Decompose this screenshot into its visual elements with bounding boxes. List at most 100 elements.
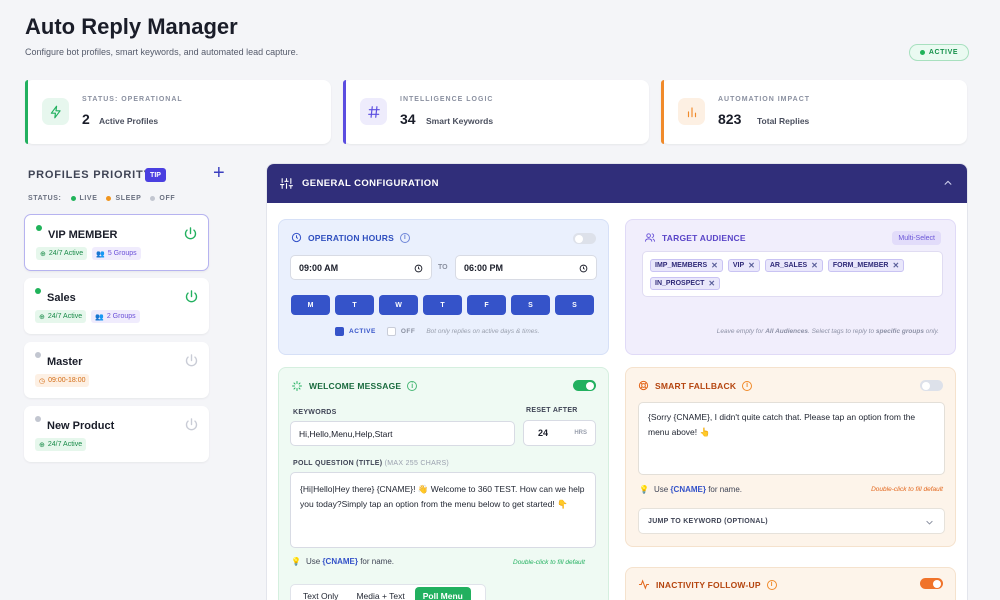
- info-icon[interactable]: i: [399, 232, 410, 243]
- keywords-input[interactable]: Hi,Hello,Menu,Help,Start: [290, 421, 515, 446]
- remove-tag-icon[interactable]: ✕: [893, 261, 900, 270]
- tab-poll-menu[interactable]: Poll Menu: [414, 587, 471, 600]
- status-badge: ACTIVE: [909, 44, 969, 61]
- off-swatch: [386, 327, 396, 336]
- smart-fallback-title: SMART FALLBACK i: [638, 380, 753, 391]
- smart-fallback-toggle[interactable]: [920, 380, 943, 391]
- inactivity-toggle[interactable]: [920, 578, 943, 589]
- profile-name: Master: [47, 356, 83, 368]
- fallback-cname-hint: 💡 Use {CNAME} for name.: [639, 485, 742, 494]
- lifebuoy-icon: [638, 380, 649, 391]
- note-part: Leave empty for: [716, 328, 766, 335]
- day-toggle-saturday[interactable]: S: [511, 295, 550, 315]
- toggle-knob: [586, 381, 594, 390]
- jump-to-keyword-label: JUMP TO KEYWORD (OPTIONAL): [648, 517, 768, 525]
- users-icon: 👥: [96, 250, 105, 258]
- audience-tag-label: IN_PROSPECT: [655, 280, 705, 287]
- groups-tag-label: 5 Groups: [107, 250, 137, 257]
- legend-dot: [150, 196, 156, 201]
- day-toggle-monday[interactable]: M: [291, 295, 330, 315]
- audience-tag-input[interactable]: IMP_MEMBERS ✕ VIP ✕ AR_SALES ✕ FORM_MEMBER ✕…: [642, 251, 943, 297]
- tab-media-text[interactable]: Media + Text: [348, 587, 412, 600]
- welcome-message-toggle[interactable]: [573, 380, 596, 391]
- chevron-down-icon: [926, 520, 933, 525]
- fallback-double-click-hint: Double-click to fill default: [871, 486, 943, 493]
- remove-tag-icon[interactable]: ✕: [748, 261, 755, 270]
- clock-icon: [579, 264, 588, 273]
- stat-label: AUTOMATION IMPACT: [718, 96, 811, 103]
- clock-icon: ◷: [39, 377, 46, 385]
- poll-question-textarea[interactable]: {Hi|Hello|Hey there} {CNAME}! 👋 Welcome …: [290, 472, 596, 548]
- power-icon[interactable]: [184, 289, 199, 304]
- audience-tag: IMP_MEMBERS ✕: [650, 259, 723, 272]
- schedule-tag: ⊕ 24/7 Active: [36, 247, 88, 260]
- schedule-tag: ◷ 09:00-18:00: [35, 374, 90, 387]
- audience-tag-label: VIP: [732, 262, 745, 269]
- schedule-tag: ⊕ 24/7 Active: [35, 438, 87, 451]
- reset-after-label: RESET AFTER: [526, 407, 578, 414]
- day-toggle-sunday[interactable]: S: [555, 295, 594, 315]
- hint-part: Use: [653, 485, 671, 494]
- profile-card-new-product[interactable]: New Product ⊕ 24/7 Active: [24, 406, 209, 462]
- end-time-value: 06:00 PM: [464, 262, 504, 273]
- to-label: TO: [438, 264, 448, 271]
- fallback-message-value: {Sorry {CNAME}, I didn't quite catch tha…: [648, 412, 916, 437]
- poll-question-label: POLL QUESTION (TITLE) (MAX 255 CHARS): [293, 460, 449, 467]
- chevron-up-icon[interactable]: [943, 178, 953, 188]
- hint-part: for name.: [357, 557, 394, 566]
- add-profile-button[interactable]: +: [213, 163, 225, 183]
- schedule-tag: ⊕ 24/7 Active: [35, 310, 87, 323]
- poll-question-hint: (MAX 255 CHARS): [384, 460, 450, 467]
- note-emphasis: All Audiences: [765, 328, 808, 335]
- hash-icon: [360, 98, 387, 125]
- tab-text-only[interactable]: Text Only: [295, 587, 346, 600]
- info-icon[interactable]: i: [766, 579, 777, 590]
- globe-icon: ⊕: [39, 313, 45, 321]
- stat-label: INTELLIGENCE LOGIC: [400, 96, 494, 103]
- reset-after-input[interactable]: 24 HRS: [523, 420, 596, 446]
- remove-tag-icon[interactable]: ✕: [708, 279, 715, 288]
- jump-to-keyword-select[interactable]: JUMP TO KEYWORD (OPTIONAL): [638, 508, 945, 534]
- welcome-message-title: WELCOME MESSAGE i: [291, 380, 418, 392]
- info-icon[interactable]: i: [407, 381, 418, 391]
- inactivity-title: INACTIVITY FOLLOW-UP i: [638, 579, 777, 590]
- toggle-knob: [575, 234, 583, 243]
- globe-icon: ⊕: [40, 250, 46, 258]
- start-time-input[interactable]: 09:00 AM: [290, 255, 432, 280]
- clock-icon: [414, 264, 423, 273]
- audience-tag: VIP ✕: [727, 259, 760, 272]
- power-icon[interactable]: [184, 417, 199, 432]
- tip-badge[interactable]: TIP: [145, 168, 166, 182]
- clock-icon: [291, 232, 302, 243]
- power-icon[interactable]: [184, 353, 199, 368]
- end-time-input[interactable]: 06:00 PM: [455, 255, 597, 280]
- sparkles-icon: [292, 381, 302, 391]
- profile-card-sales[interactable]: Sales ⊕ 24/7 Active 👥 2 Groups: [24, 278, 209, 334]
- operation-hours-toggle[interactable]: [573, 233, 596, 244]
- hint-part: Use: [305, 557, 323, 566]
- status-dot: [919, 50, 925, 55]
- day-toggle-thursday[interactable]: T: [423, 295, 462, 315]
- info-icon[interactable]: i: [742, 380, 753, 391]
- lightbulb-icon: 💡: [639, 485, 649, 494]
- stat-card-intelligence: INTELLIGENCE LOGIC 34 Smart Keywords: [343, 80, 649, 144]
- profile-card-master[interactable]: Master ◷ 09:00-18:00: [24, 342, 209, 398]
- status-legend: STATUS: LIVE SLEEP OFF: [28, 195, 175, 202]
- reset-after-unit: HRS: [574, 430, 587, 436]
- cname-token: {CNAME}: [322, 557, 358, 566]
- stat-card-impact: AUTOMATION IMPACT 823 Total Replies: [661, 80, 967, 144]
- stat-card-operational: STATUS: OPERATIONAL 2 Active Profiles: [25, 80, 331, 144]
- remove-tag-icon[interactable]: ✕: [711, 261, 718, 270]
- profile-card-vip-member[interactable]: VIP MEMBER ⊕ 24/7 Active 👥 5 Groups: [24, 214, 209, 271]
- profiles-priority-title: PROFILES PRIORITY: [28, 169, 152, 181]
- remove-tag-icon[interactable]: ✕: [811, 261, 818, 270]
- fallback-message-textarea[interactable]: {Sorry {CNAME}, I didn't quite catch tha…: [638, 402, 945, 475]
- power-icon[interactable]: [183, 226, 198, 241]
- day-toggle-wednesday[interactable]: W: [379, 295, 418, 315]
- groups-tag: 👥 2 Groups: [91, 310, 140, 323]
- toggle-knob: [933, 579, 941, 588]
- day-toggle-tuesday[interactable]: T: [335, 295, 374, 315]
- profile-status-dot: [35, 288, 41, 294]
- configuration-header[interactable]: GENERAL CONFIGURATION: [267, 164, 967, 203]
- day-toggle-friday[interactable]: F: [467, 295, 506, 315]
